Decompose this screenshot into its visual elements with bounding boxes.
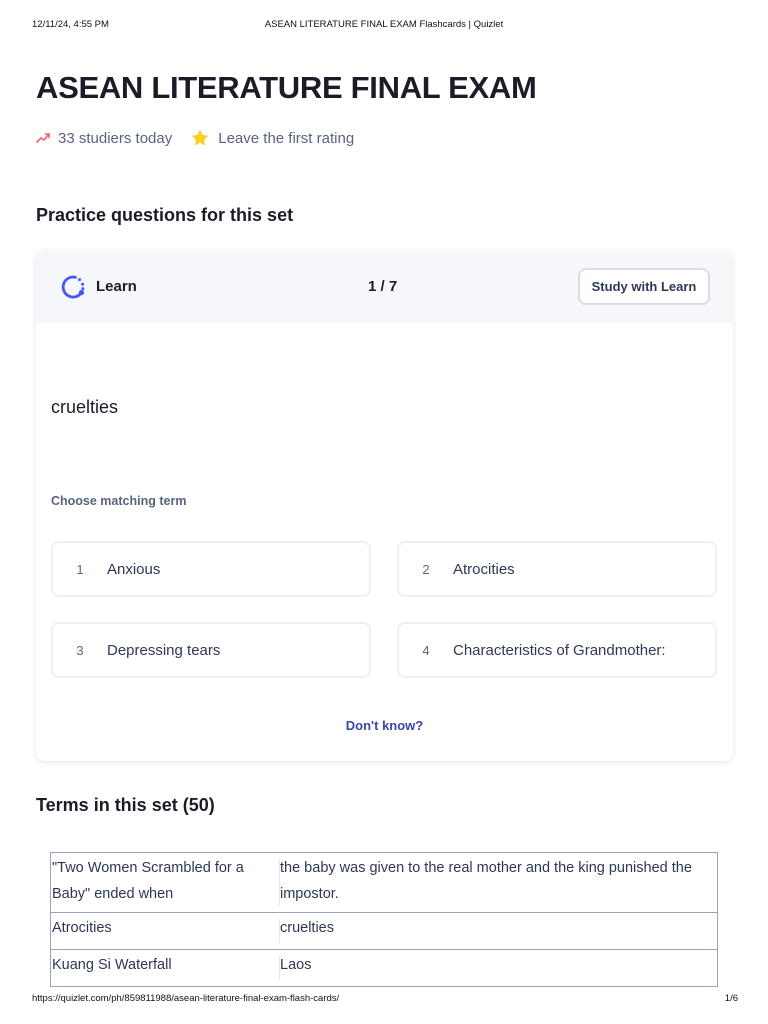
studiers-count: 33 studiers today: [58, 129, 173, 147]
option-number: 4: [422, 642, 430, 658]
print-header: 12/11/24, 4:55 PM ASEAN LITERATURE FINAL…: [0, 19, 768, 33]
trending-up-icon: [36, 131, 50, 145]
term-cell: "Two Women Scrambled for a Baby" ended w…: [50, 852, 280, 913]
learn-icon: [60, 274, 86, 300]
table-row: Kuang Si Waterfall Laos: [50, 949, 718, 987]
table-row: Atrocities cruelties: [50, 912, 718, 950]
learn-mode-label: Learn: [96, 278, 137, 295]
set-stats: 33 studiers today Leave the first rating: [36, 127, 354, 149]
definition-cell: Laos: [280, 949, 718, 987]
print-url: https://quizlet.com/ph/859811988/asean-l…: [32, 993, 340, 1004]
definition-cell: cruelties: [280, 912, 718, 950]
term-cell: Kuang Si Waterfall: [50, 949, 280, 987]
rating-link[interactable]: Leave the first rating: [218, 130, 354, 147]
option-text: Characteristics of Grandmother:: [453, 641, 666, 659]
option-number: 1: [76, 561, 84, 577]
dont-know-button[interactable]: Don't know?: [36, 718, 733, 733]
term-cell: Atrocities: [50, 912, 280, 950]
table-row: "Two Women Scrambled for a Baby" ended w…: [50, 852, 718, 913]
learn-card: Learn 1 / 7 Study with Learn cruelties C…: [36, 251, 733, 761]
practice-heading: Practice questions for this set: [36, 205, 294, 225]
option-number: 3: [76, 642, 84, 658]
set-title: ASEAN LITERATURE FINAL EXAM: [36, 70, 537, 105]
study-with-learn-button[interactable]: Study with Learn: [578, 268, 710, 305]
terms-heading: Terms in this set (50): [36, 795, 215, 815]
answer-option-1[interactable]: 1 Anxious: [51, 541, 371, 597]
star-icon[interactable]: [190, 128, 210, 148]
print-page-title: ASEAN LITERATURE FINAL EXAM Flashcards |…: [264, 19, 504, 30]
definition-cell: the baby was given to the real mother an…: [280, 852, 718, 913]
question-prompt: cruelties: [51, 397, 119, 417]
answer-option-2[interactable]: 2 Atrocities: [397, 541, 717, 597]
answer-option-4[interactable]: 4 Characteristics of Grandmother:: [397, 622, 717, 678]
option-text: Depressing tears: [107, 641, 221, 659]
answer-option-3[interactable]: 3 Depressing tears: [51, 622, 371, 678]
option-text: Anxious: [107, 560, 161, 578]
option-text: Atrocities: [453, 560, 515, 578]
terms-table: "Two Women Scrambled for a Baby" ended w…: [50, 852, 718, 987]
choose-matching-label: Choose matching term: [51, 494, 187, 508]
option-number: 2: [422, 561, 430, 577]
question-progress: 1 / 7: [368, 278, 398, 295]
print-footer: https://quizlet.com/ph/859811988/asean-l…: [0, 993, 768, 1007]
print-page-number: 1/6: [724, 993, 738, 1004]
learn-card-header: Learn 1 / 7 Study with Learn: [36, 251, 733, 323]
